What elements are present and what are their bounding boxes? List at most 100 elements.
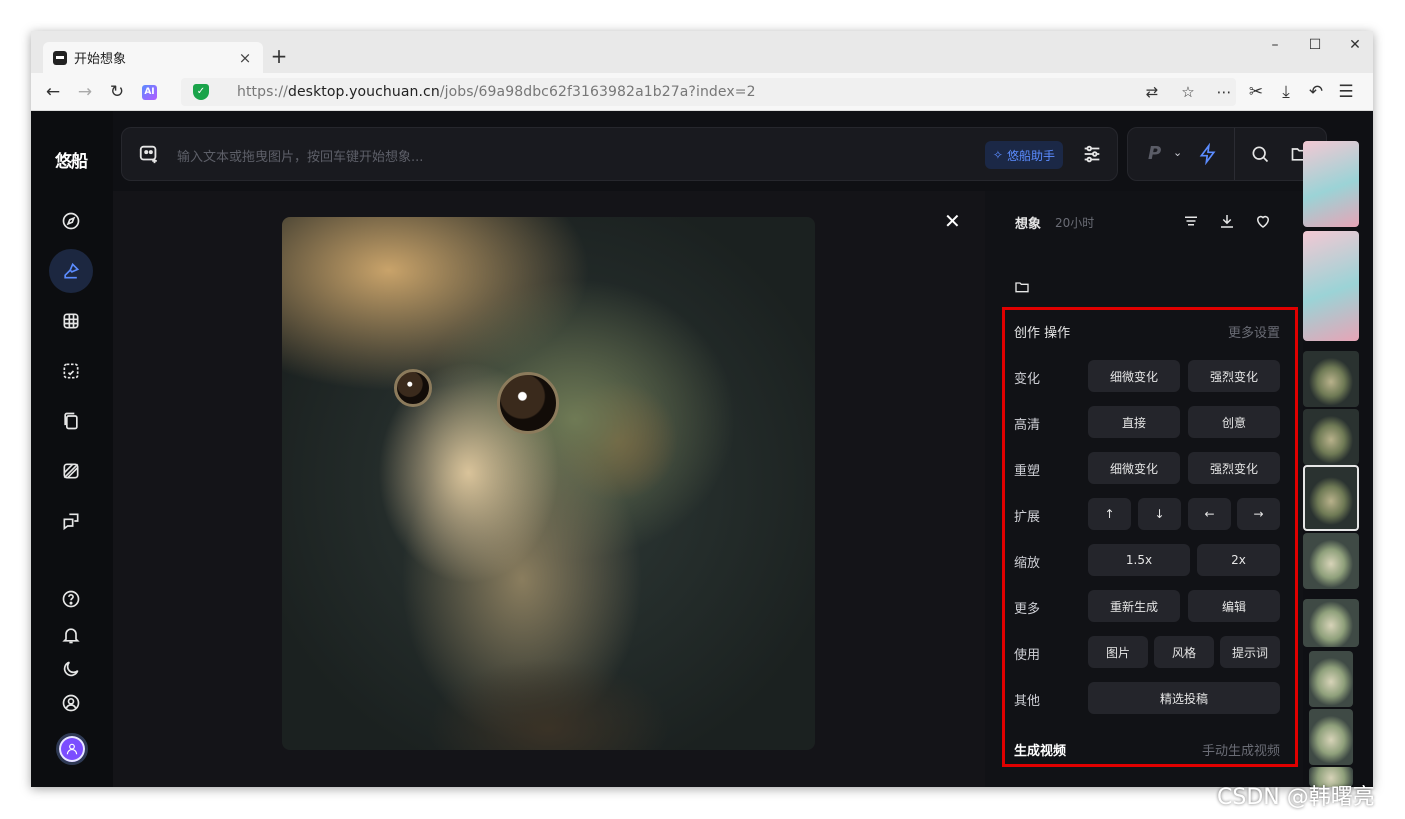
row-label-use: 使用 <box>1014 648 1041 663</box>
close-viewer-button[interactable]: ✕ <box>944 209 961 233</box>
translate-icon[interactable]: ⇄ <box>1140 82 1164 102</box>
maximize-button[interactable]: ☐ <box>1307 37 1323 53</box>
thumbnail[interactable] <box>1309 709 1353 765</box>
prompt-input[interactable]: 输入文本或拖曳图片，按回车键开始想象... <box>177 146 423 165</box>
lightning-icon[interactable] <box>1198 143 1218 165</box>
tab-title: 开始想象 <box>74 52 127 67</box>
url-actions: ⇄ ☆ ⋯ <box>1128 78 1236 106</box>
zoom-2x-button[interactable]: 2x <box>1197 544 1280 576</box>
download-icon[interactable] <box>1218 212 1236 230</box>
ai-extension-icon[interactable]: AI <box>142 85 157 100</box>
row-label-other: 其他 <box>1014 694 1041 709</box>
copy-icon[interactable] <box>49 399 93 443</box>
forward-icon[interactable]: → <box>75 82 95 102</box>
ops-header: 创作 操作 <box>1014 326 1071 341</box>
settings-sliders-icon[interactable] <box>1081 143 1103 165</box>
row-label-upscale: 高清 <box>1014 418 1041 433</box>
watermark-text: CSDN @韩曙亮 <box>1217 785 1375 810</box>
grid-icon[interactable] <box>49 299 93 343</box>
more-icon[interactable]: ⋯ <box>1212 82 1236 102</box>
close-window-button[interactable]: ✕ <box>1347 37 1363 53</box>
url-path: /jobs/69a98dbc62f3163982a1b27a?index=2 <box>439 84 756 100</box>
url-field[interactable]: ✓ https://desktop.youchuan.cn/jobs/69a98… <box>181 78 1236 106</box>
folder-icon[interactable] <box>1014 279 1030 295</box>
menu-icon[interactable]: ☰ <box>1336 82 1356 102</box>
thumbnail[interactable] <box>1309 651 1353 707</box>
mode-selector[interactable]: P <box>1148 143 1161 164</box>
avatar[interactable] <box>56 733 88 765</box>
new-tab-button[interactable]: + <box>269 45 289 67</box>
assistant-button[interactable]: ✧ 悠船助手 <box>984 141 1063 169</box>
regenerate-button[interactable]: 重新生成 <box>1088 590 1180 622</box>
variation-subtle-button[interactable]: 细微变化 <box>1088 360 1180 392</box>
browser-tab[interactable]: 开始想象 × <box>43 42 263 73</box>
row-label-more: 更多 <box>1014 602 1041 617</box>
shield-icon[interactable]: ✓ <box>193 84 209 100</box>
pan-right-button[interactable]: → <box>1237 498 1280 530</box>
pan-left-button[interactable]: ← <box>1188 498 1231 530</box>
dragon-eye-right <box>497 372 559 434</box>
variation-strong-button[interactable]: 强烈变化 <box>1188 360 1280 392</box>
undo-icon[interactable]: ↶ <box>1306 82 1326 102</box>
use-style-button[interactable]: 风格 <box>1154 636 1214 668</box>
list-icon[interactable] <box>1182 212 1200 230</box>
chevron-down-icon[interactable]: ⌄ <box>1173 146 1182 159</box>
assistant-label: 悠船助手 <box>1006 148 1055 163</box>
more-settings-link[interactable]: 更多设置 <box>1228 322 1280 341</box>
explore-icon[interactable] <box>49 199 93 243</box>
chat-icon[interactable] <box>49 499 93 543</box>
remix-strong-button[interactable]: 强烈变化 <box>1188 452 1280 484</box>
url-host: desktop.youchuan.cn <box>287 84 440 100</box>
edit-image-icon[interactable] <box>49 349 93 393</box>
manual-video-link[interactable]: 手动生成视频 <box>1202 740 1280 759</box>
pan-up-button[interactable]: ↑ <box>1088 498 1131 530</box>
search-icon[interactable] <box>1250 144 1270 164</box>
row-label-pan: 扩展 <box>1014 510 1041 525</box>
edit-button[interactable]: 编辑 <box>1188 590 1280 622</box>
star-icon[interactable]: ☆ <box>1176 82 1200 102</box>
row-label-remix: 重塑 <box>1014 464 1041 479</box>
tab-close-button[interactable]: × <box>237 49 253 67</box>
minimize-button[interactable]: – <box>1267 37 1283 53</box>
window-controls: – ☐ ✕ <box>1267 37 1363 53</box>
remix-subtle-button[interactable]: 细微变化 <box>1088 452 1180 484</box>
thumbnail[interactable] <box>1303 599 1359 647</box>
download-icon[interactable]: ⤓ <box>1276 82 1296 102</box>
use-image-button[interactable]: 图片 <box>1088 636 1148 668</box>
heart-icon[interactable] <box>1254 212 1272 230</box>
sparkle-icon: ✧ <box>992 148 1003 162</box>
upscale-direct-button[interactable]: 直接 <box>1088 406 1180 438</box>
image-add-icon[interactable] <box>138 143 160 165</box>
upscale-creative-button[interactable]: 创意 <box>1188 406 1280 438</box>
pan-down-button[interactable]: ↓ <box>1138 498 1181 530</box>
featured-submit-button[interactable]: 精选投稿 <box>1088 682 1280 714</box>
video-section-title: 生成视频 <box>1014 744 1067 759</box>
help-icon[interactable] <box>49 581 93 617</box>
thumbnail-selected[interactable] <box>1303 465 1359 531</box>
profile-icon[interactable] <box>49 685 93 721</box>
reload-icon[interactable]: ↻ <box>107 82 127 102</box>
dragon-eye-left <box>394 369 432 407</box>
thumbnail[interactable] <box>1303 409 1359 465</box>
thumbnail[interactable] <box>1303 141 1359 227</box>
generated-image[interactable] <box>282 217 815 750</box>
style-icon[interactable] <box>49 449 93 493</box>
thumbnail[interactable] <box>1303 231 1359 341</box>
app-logo[interactable]: 悠船 <box>55 147 88 172</box>
thumbnail[interactable] <box>1303 533 1359 589</box>
thumbnail[interactable] <box>1303 351 1359 407</box>
scissors-icon[interactable]: ✂ <box>1246 82 1266 102</box>
url-scheme: https:// <box>237 84 288 100</box>
row-label-variation: 变化 <box>1014 372 1041 387</box>
detail-time: 20小时 <box>1055 216 1095 230</box>
create-brush-icon[interactable] <box>49 249 93 293</box>
bell-icon[interactable] <box>49 617 93 653</box>
moon-icon[interactable] <box>49 651 93 687</box>
zoom-1-5x-button[interactable]: 1.5x <box>1088 544 1190 576</box>
tab-bar: 开始想象 × + – ☐ ✕ <box>31 31 1373 73</box>
use-prompt-button[interactable]: 提示词 <box>1220 636 1280 668</box>
user-icon <box>66 743 78 755</box>
back-icon[interactable]: ← <box>43 82 63 102</box>
left-nav: 悠船 <box>31 111 113 787</box>
detail-title: 想象 <box>1015 217 1042 232</box>
